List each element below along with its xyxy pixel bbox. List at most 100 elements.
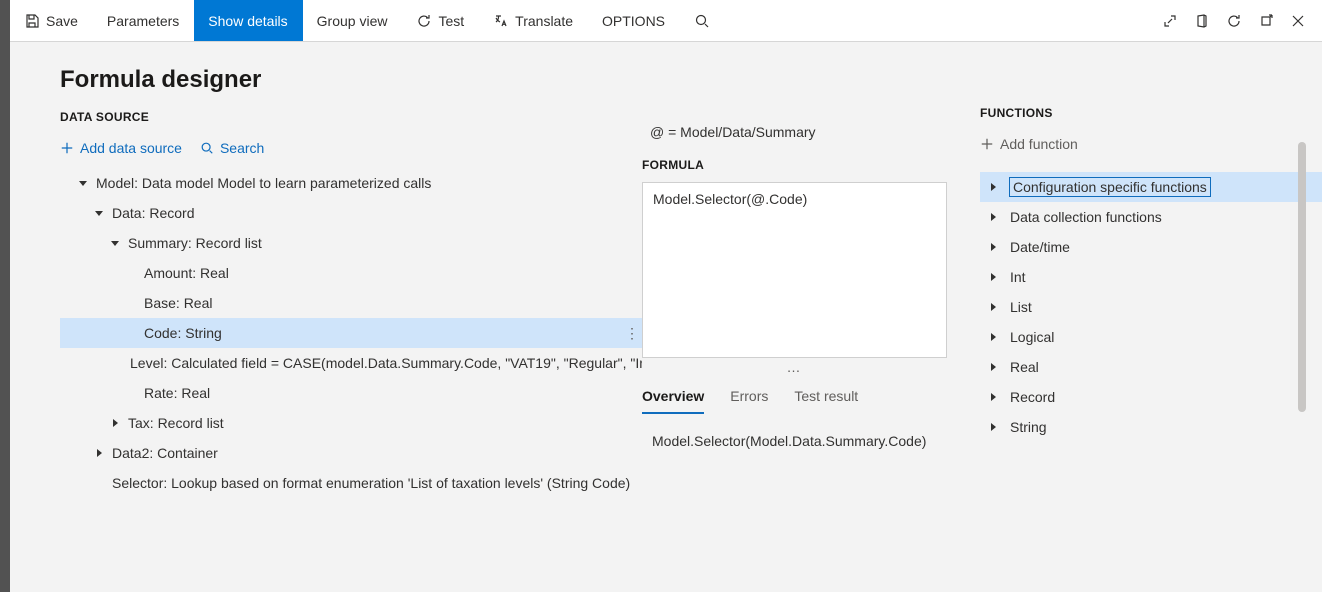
datasource-search-link[interactable]: Search [200,140,264,156]
functions-header: FUNCTIONS [980,106,1322,120]
function-category[interactable]: Configuration specific functions [980,172,1322,202]
save-button[interactable]: Save [10,0,93,41]
tree-label: Selector: Lookup based on format enumera… [112,475,630,491]
tree-label: Rate: Real [144,385,210,401]
function-label: Int [1010,269,1026,285]
tree-label: Summary: Record list [128,235,262,251]
function-category[interactable]: String [980,412,1322,442]
tree-label: Code: String [144,325,222,341]
resize-handle-icon[interactable]: … [642,358,947,376]
formula-editor[interactable]: Model.Selector(@.Code) [642,182,947,358]
tree-label: Data2: Container [112,445,218,461]
options-button[interactable]: OPTIONS [588,0,680,41]
caret-right-icon [986,243,1000,251]
functions-list: Configuration specific functions Data co… [980,172,1322,442]
window-left-gutter [0,0,10,592]
plus-icon [980,137,994,151]
popout-icon[interactable] [1258,13,1274,29]
function-category[interactable]: Data collection functions [980,202,1322,232]
function-category[interactable]: Real [980,352,1322,382]
caret-right-icon [986,333,1000,341]
function-label: Record [1010,389,1055,405]
caret-right-icon [986,393,1000,401]
datasource-tree: Model: Data model Model to learn paramet… [60,168,642,529]
caret-right-icon [92,449,106,457]
tree-label: Level: Calculated field = CASE(model.Dat… [130,355,642,371]
office-icon[interactable] [1194,13,1210,29]
refresh-icon [416,13,432,29]
tree-node-level[interactable]: Level: Calculated field = CASE(model.Dat… [60,348,642,378]
tree-label: Tax: Record list [128,415,224,431]
parameters-button[interactable]: Parameters [93,0,194,41]
tree-node-tax[interactable]: Tax: Record list [60,408,642,438]
top-toolbar: Save Parameters Show details Group view … [10,0,1322,42]
more-icon[interactable]: ⋮ [625,318,640,348]
tree-label: Amount: Real [144,265,229,281]
function-category[interactable]: Int [980,262,1322,292]
function-label: Configuration specific functions [1010,178,1210,196]
caret-right-icon [986,363,1000,371]
caret-right-icon [986,213,1000,221]
caret-right-icon [986,273,1000,281]
options-label: OPTIONS [602,13,665,29]
tab-errors[interactable]: Errors [730,382,768,413]
formula-expanded-text: Model.Selector(Model.Data.Summary.Code) [642,433,962,449]
tree-node-data2[interactable]: Data2: Container [60,438,642,468]
function-label: Logical [1010,329,1054,345]
add-function-link[interactable]: Add function [980,136,1078,152]
tree-node-amount[interactable]: Amount: Real [60,258,642,288]
alias-path: @ = Model/Data/Summary [642,124,962,140]
tab-overview[interactable]: Overview [642,382,704,414]
page-title: Formula designer [60,66,642,94]
show-details-button[interactable]: Show details [194,0,302,41]
tree-node-summary[interactable]: Summary: Record list [60,228,642,258]
group-view-label: Group view [317,13,388,29]
datasource-header: DATA SOURCE [60,110,642,124]
function-label: Date/time [1010,239,1070,255]
tree-node-code[interactable]: Code: String ⋮ [60,318,642,348]
function-category[interactable]: Logical [980,322,1322,352]
function-label: Real [1010,359,1039,375]
formula-header: FORMULA [642,158,962,172]
tree-label: Data: Record [112,205,194,221]
function-label: List [1010,299,1032,315]
caret-right-icon [986,303,1000,311]
function-category[interactable]: Date/time [980,232,1322,262]
tree-node-base[interactable]: Base: Real [60,288,642,318]
formula-tabs: Overview Errors Test result [642,382,947,413]
close-icon[interactable] [1290,13,1306,29]
function-label: String [1010,419,1047,435]
test-button[interactable]: Test [402,0,479,41]
translate-label: Translate [515,13,573,29]
tree-node-rate[interactable]: Rate: Real [60,378,642,408]
caret-right-icon [986,423,1000,431]
caret-right-icon [108,419,122,427]
caret-right-icon [986,183,1000,191]
function-category[interactable]: Record [980,382,1322,412]
tree-label: Base: Real [144,295,212,311]
save-label: Save [46,13,78,29]
function-label: Data collection functions [1010,209,1162,225]
scrollbar[interactable] [1298,142,1306,412]
add-data-source-link[interactable]: Add data source [60,140,182,156]
toolbar-search-button[interactable] [680,0,725,41]
caret-down-icon [108,239,122,247]
link-icon[interactable] [1162,13,1178,29]
caret-down-icon [92,209,106,217]
datasource-search-label: Search [220,140,264,156]
translate-icon [493,13,509,29]
search-icon [200,141,214,155]
group-view-button[interactable]: Group view [303,0,403,41]
tree-node-data[interactable]: Data: Record [60,198,642,228]
tree-node-selector[interactable]: Selector: Lookup based on format enumera… [60,468,642,498]
add-function-label: Add function [1000,136,1078,152]
translate-button[interactable]: Translate [479,0,588,41]
tab-test-result[interactable]: Test result [794,382,858,413]
tree-label: Model: Data model Model to learn paramet… [96,175,431,191]
formula-text: Model.Selector(@.Code) [653,191,807,207]
tree-node-model[interactable]: Model: Data model Model to learn paramet… [60,168,642,198]
function-category[interactable]: List [980,292,1322,322]
reload-icon[interactable] [1226,13,1242,29]
parameters-label: Parameters [107,13,179,29]
save-icon [24,13,40,29]
